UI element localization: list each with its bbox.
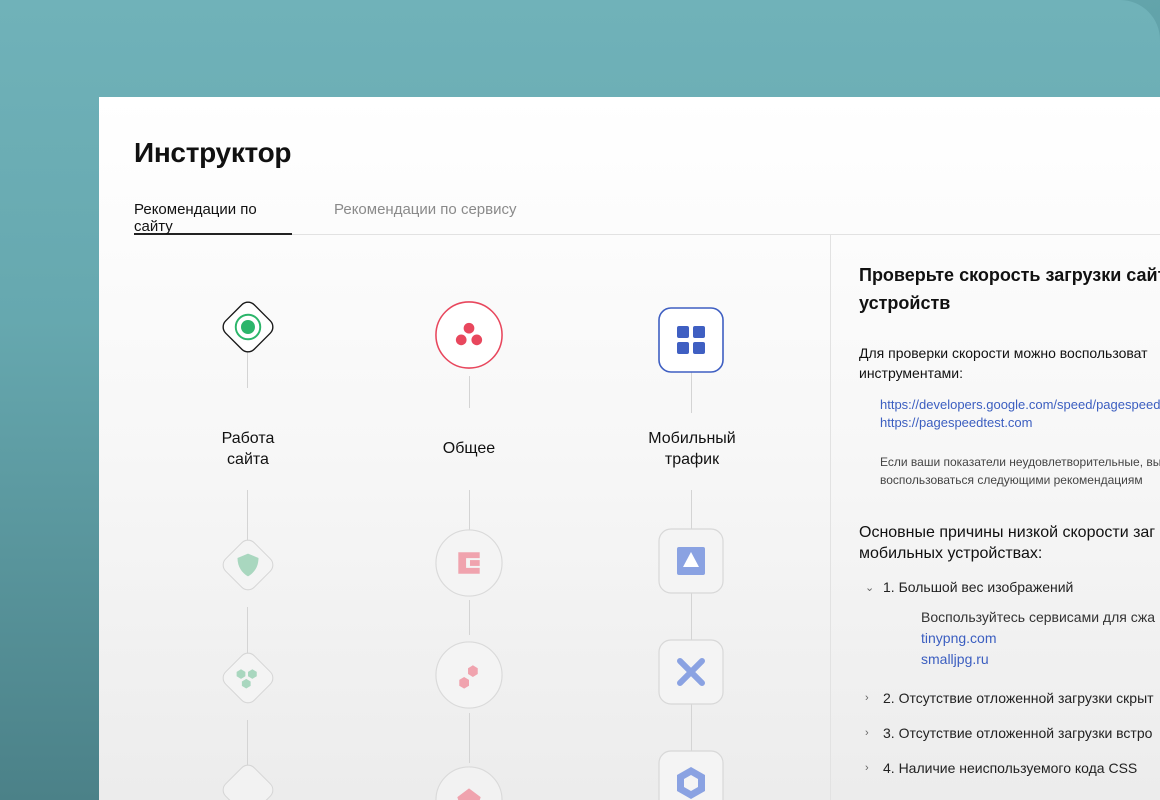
category-site-label: Работа сайта xyxy=(221,430,275,468)
general-sub-node-2[interactable] xyxy=(434,640,504,710)
detail-intro: Для проверки скорости можно воспользоват… xyxy=(859,345,1148,381)
tinypng-link[interactable]: tinypng.com xyxy=(921,628,1155,649)
instructor-panel: Инструктор Рекомендации по сайту Рекомен… xyxy=(99,97,1160,800)
connector-line xyxy=(691,703,692,751)
category-mobile-label: Мобильный трафик xyxy=(648,430,736,468)
bracket-icon xyxy=(435,529,503,597)
causes-heading: Основные причины низкой скорости заг моб… xyxy=(859,524,1156,562)
connector-line xyxy=(691,592,692,640)
accordion-item-4[interactable]: › 4. Наличие неиспользуемого кода CSS xyxy=(865,760,1137,776)
tab-bar: Рекомендации по сайту Рекомендации по се… xyxy=(134,201,1160,235)
category-general-node[interactable] xyxy=(434,300,504,370)
hexagon-icon xyxy=(658,750,724,800)
diamond-icon xyxy=(222,764,274,800)
site-sub-node-2[interactable] xyxy=(213,643,283,713)
triangle-icon xyxy=(658,528,724,594)
pentagon-icon xyxy=(435,766,503,800)
connector-line xyxy=(469,600,470,635)
smalljpg-link[interactable]: smalljpg.ru xyxy=(921,649,1155,670)
detail-note: Если ваши показатели неудовлетворительны… xyxy=(880,455,1160,487)
general-sub-node-1[interactable] xyxy=(434,528,504,598)
hexagon-pair-icon xyxy=(435,641,503,709)
chevron-right-icon: › xyxy=(865,727,869,739)
category-site-node[interactable] xyxy=(213,292,283,362)
mobile-sub-node-3[interactable] xyxy=(656,748,726,800)
site-sub-node-1[interactable] xyxy=(213,530,283,600)
detail-heading: Проверьте скорость загрузки сайта устрой… xyxy=(859,265,1160,313)
category-general-label: Общее xyxy=(442,440,496,457)
target-icon xyxy=(222,301,274,353)
cross-icon xyxy=(658,639,724,705)
chevron-down-icon: ⌄ xyxy=(865,581,875,594)
background-frame: Инструктор Рекомендации по сайту Рекомен… xyxy=(0,0,1160,800)
three-dots-icon xyxy=(435,301,503,369)
connector-line xyxy=(691,371,692,413)
accordion-item-3[interactable]: › 3. Отсутствие отложенной загрузки встр… xyxy=(865,725,1152,741)
tab-site-recommendations[interactable]: Рекомендации по сайту xyxy=(134,201,292,235)
grid-icon xyxy=(658,307,724,373)
page-title: Инструктор xyxy=(134,137,292,168)
mobile-sub-node-2[interactable] xyxy=(656,637,726,707)
accordion-item-1[interactable]: ⌄ 1. Большой вес изображений xyxy=(865,579,1073,595)
shield-icon xyxy=(222,539,274,591)
mobile-sub-node-1[interactable] xyxy=(656,526,726,596)
pagespeed-insights-link[interactable]: https://developers.google.com/speed/page… xyxy=(880,397,1160,412)
panel-divider xyxy=(830,235,831,800)
hexagons-icon xyxy=(222,652,274,704)
accordion-item-2[interactable]: › 2. Отсутствие отложенной загрузки скры… xyxy=(865,690,1154,706)
accordion-item-1-body: Воспользуйтесь сервисами для сжа tinypng… xyxy=(921,607,1155,670)
site-sub-node-3[interactable] xyxy=(213,755,283,800)
chevron-right-icon: › xyxy=(865,762,869,774)
pagespeedtest-link[interactable]: https://pagespeedtest.com xyxy=(880,415,1032,430)
connector-line xyxy=(469,376,470,408)
chevron-right-icon: › xyxy=(865,692,869,704)
connector-line xyxy=(469,713,470,763)
connector-line xyxy=(469,490,470,530)
tab-service-recommendations[interactable]: Рекомендации по сервису xyxy=(334,201,516,235)
category-mobile-node[interactable] xyxy=(656,305,726,375)
connector-line xyxy=(691,490,692,530)
general-sub-node-3[interactable] xyxy=(434,765,504,800)
